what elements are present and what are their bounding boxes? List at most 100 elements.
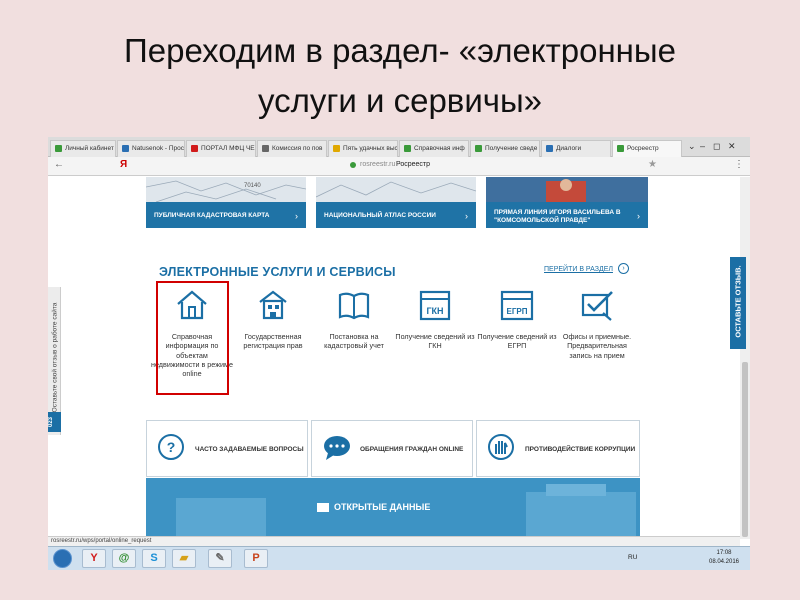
- tab-label: Получение сведе: [485, 145, 538, 152]
- tab-spravochnaya[interactable]: Справочная инф: [399, 140, 469, 157]
- tab-label: ПОРТАЛ МФЦ ЧЕ: [201, 145, 255, 152]
- building-icon: [259, 290, 287, 320]
- side-feedback-text: Оставьте свой отзыв о работе сайта: [51, 302, 59, 413]
- gkn-icon: ГКН: [419, 290, 451, 321]
- anti-corruption-link[interactable]: ПРОТИВОДЕЙСТВИЕ КОРРУПЦИИ: [476, 420, 640, 477]
- citizen-appeals-link[interactable]: ОБРАЩЕНИЯ ГРАЖДАН ONLINE: [311, 420, 473, 477]
- arrow-circle-icon[interactable]: ›: [618, 263, 629, 274]
- slide-title-line-1: Переходим в раздел- «электронные: [124, 32, 676, 69]
- mail-agent-icon[interactable]: @: [112, 549, 136, 568]
- link-label: ЧАСТО ЗАДАВАЕМЫЕ ВОПРОСЫ: [195, 446, 304, 453]
- service-label: Получение сведений из ГКН: [395, 332, 475, 351]
- tab-favicon: [475, 145, 482, 152]
- tab-lichnyi-kabinet[interactable]: Личный кабинет: [50, 140, 116, 157]
- banner-direct-line[interactable]: ПРЯМАЯ ЛИНИЯ ИГОРЯ ВАСИЛЬЕВА В "КОМСОМОЛ…: [486, 177, 648, 228]
- browser-screenshot: Личный кабинет Natusenok - Прос ПОРТАЛ М…: [48, 137, 750, 570]
- highlight-frame: [156, 281, 229, 395]
- service-svedeniya-egrp[interactable]: ЕГРП Получение сведений из ЕГРП: [476, 287, 558, 351]
- browser-menu-icon[interactable]: ⋮: [734, 159, 744, 170]
- service-svedeniya-gkn[interactable]: ГКН Получение сведений из ГКН: [394, 287, 476, 351]
- tab-favicon: [122, 145, 129, 152]
- tab-label: Личный кабинет: [65, 145, 114, 152]
- tab-portal-mfc[interactable]: ПОРТАЛ МФЦ ЧЕ: [186, 140, 256, 157]
- banner-cadastral-map[interactable]: 70140 ПУБЛИЧНАЯ КАДАСТРОВАЯ КАРТА ›: [146, 177, 306, 228]
- feedback-tab[interactable]: ОСТАВЬТЕ ОТЗЫВ.: [730, 257, 746, 349]
- tab-label: Комиссия по пов: [272, 145, 323, 152]
- status-bar-url: rosreestr.ru/wps/portal/online_request: [48, 536, 740, 546]
- book-icon: [338, 292, 370, 320]
- hand-icon: [488, 434, 514, 460]
- question-icon: ?: [158, 434, 184, 460]
- photo-graphic: [486, 177, 648, 205]
- start-button[interactable]: [53, 549, 72, 568]
- section-title: ЭЛЕКТРОННЫЕ УСЛУГИ И СЕРВИСЫ: [159, 265, 396, 279]
- service-label: Постановка на кадастровый учет: [324, 332, 384, 351]
- chevron-right-icon: ›: [465, 211, 468, 221]
- egrp-badge-text: ЕГРП: [507, 307, 528, 316]
- slide-title-line-2: услуги и сервичы»: [257, 82, 543, 119]
- folder-icon: [317, 503, 329, 512]
- yandex-icon[interactable]: Я: [120, 159, 127, 170]
- go-to-section-link[interactable]: ПЕРЕЙТИ В РАЗДЕЛ: [544, 266, 613, 273]
- tab-label: Росреестр: [627, 145, 659, 152]
- skype-icon[interactable]: S: [142, 549, 166, 568]
- tab-favicon: [333, 145, 340, 152]
- secure-lock-icon: [350, 162, 356, 168]
- egrp-icon: ЕГРП: [500, 290, 534, 321]
- tabs-menu-button[interactable]: ⌄: [688, 141, 696, 151]
- tab-poluchenie[interactable]: Получение сведе: [470, 140, 540, 157]
- gkn-badge-text: ГКН: [426, 306, 443, 316]
- tab-komissiya[interactable]: Комиссия по пов: [257, 140, 327, 157]
- faq-link[interactable]: ? ЧАСТО ЗАДАВАЕМЫЕ ВОПРОСЫ: [146, 420, 308, 477]
- address-bar: ← Я rosreestr.ru Росреестр ★ ⋮: [48, 157, 750, 176]
- banner-label: НАЦИОНАЛЬНЫЙ АТЛАС РОССИИ: [324, 212, 436, 219]
- tab-favicon: [262, 145, 269, 152]
- tab-pyat-udachnyh[interactable]: Пять удачных выс: [328, 140, 398, 157]
- clock[interactable]: 17:08 08.04.2016: [704, 549, 744, 567]
- back-button[interactable]: ←: [54, 159, 64, 170]
- feedback-tab-text: ОСТАВЬТЕ ОТЗЫВ.: [733, 265, 743, 338]
- open-data-banner[interactable]: ОТКРЫТЫЕ ДАННЫЕ: [146, 478, 640, 536]
- tab-label: Natusenok - Прос: [132, 145, 185, 152]
- minimize-button[interactable]: –: [700, 141, 705, 151]
- bookmark-star-icon[interactable]: ★: [648, 159, 657, 170]
- service-ofisy-priemnye[interactable]: Офисы и приемные. Предварительная запись…: [556, 287, 638, 360]
- taskbar: Y @ S ▰ ✎ P RU 17:08 08.04.2016: [48, 546, 750, 570]
- banner-label: ПУБЛИЧНАЯ КАДАСТРОВАЯ КАРТА: [154, 212, 270, 219]
- service-label: Офисы и приемные. Предварительная запись…: [562, 332, 632, 360]
- slide-title: Переходим в раздел- «электронные услуги …: [0, 26, 800, 126]
- tab-bar: Личный кабинет Natusenok - Прос ПОРТАЛ М…: [48, 137, 750, 157]
- tab-label: Справочная инф: [414, 145, 465, 152]
- clock-time: 17:08: [716, 550, 732, 556]
- service-kadastr-uchet[interactable]: Постановка на кадастровый учет: [313, 287, 395, 351]
- tab-label: Пять удачных выс: [343, 145, 398, 152]
- tab-favicon: [546, 145, 553, 152]
- tab-favicon: [404, 145, 411, 152]
- link-label: ПРОТИВОДЕЙСТВИЕ КОРРУПЦИИ: [525, 446, 636, 453]
- address-site-title[interactable]: Росреестр: [396, 161, 430, 168]
- paint-icon[interactable]: ✎: [208, 549, 232, 568]
- close-button[interactable]: ✕: [728, 141, 736, 151]
- tab-favicon: [191, 145, 198, 152]
- service-label: Получение сведений из ЕГРП: [477, 332, 557, 351]
- side-feedback-counter: 023: [48, 412, 61, 432]
- tab-rosreestr[interactable]: Росреестр: [612, 140, 682, 157]
- banner-national-atlas[interactable]: НАЦИОНАЛЬНЫЙ АТЛАС РОССИИ ›: [316, 177, 476, 228]
- service-gos-registraciya[interactable]: Государственная регистрация прав: [232, 287, 314, 351]
- scrollbar-thumb[interactable]: [742, 362, 748, 537]
- tab-natusenok[interactable]: Natusenok - Прос: [117, 140, 185, 157]
- tab-dialogi[interactable]: Диалоги: [541, 140, 611, 157]
- clock-date: 08.04.2016: [708, 559, 740, 565]
- address-domain[interactable]: rosreestr.ru: [360, 161, 395, 168]
- folder-icon[interactable]: ▰: [172, 549, 196, 568]
- chevron-right-icon: ›: [637, 211, 640, 221]
- yandex-browser-icon[interactable]: Y: [82, 549, 106, 568]
- chevron-right-icon: ›: [295, 211, 298, 221]
- maximize-button[interactable]: ◻: [713, 141, 720, 151]
- tab-label: Диалоги: [556, 145, 582, 152]
- banner-label: ПРЯМАЯ ЛИНИЯ ИГОРЯ ВАСИЛЬЕВА В "КОМСОМОЛ…: [494, 209, 621, 224]
- powerpoint-icon[interactable]: P: [244, 549, 268, 568]
- chat-icon: [324, 436, 350, 460]
- language-indicator[interactable]: RU: [628, 554, 637, 561]
- question-glyph: ?: [167, 439, 176, 455]
